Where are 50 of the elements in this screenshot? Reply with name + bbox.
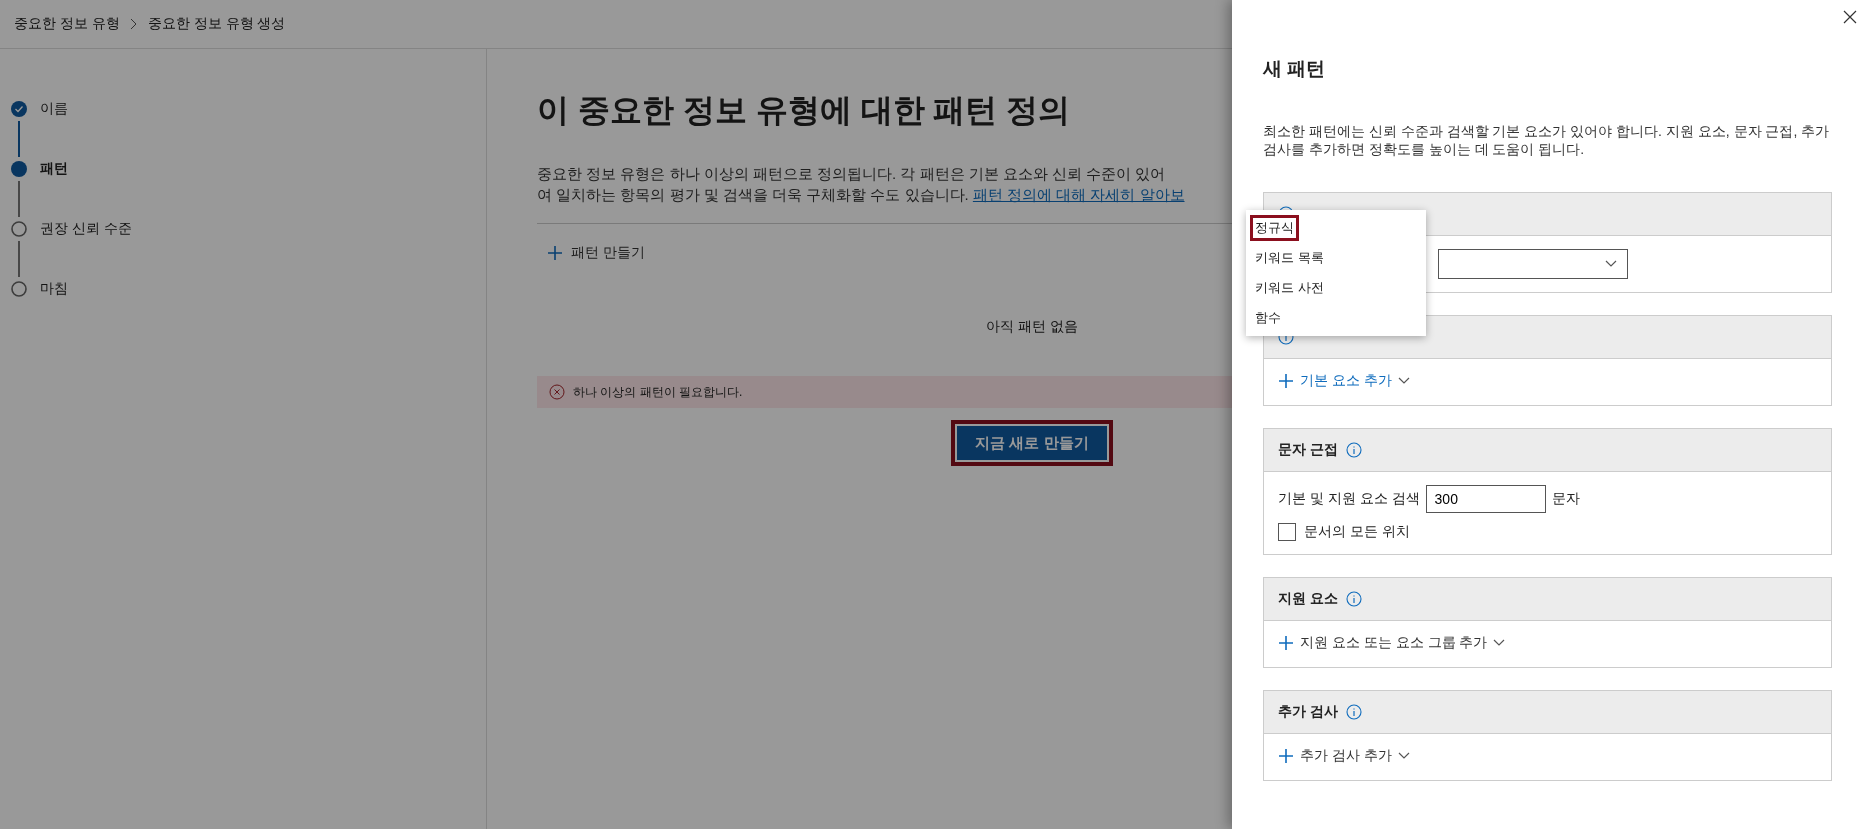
plus-icon	[1278, 373, 1294, 389]
error-icon	[549, 384, 565, 400]
field-label: 기본 및 지원 요소 검색	[1278, 490, 1420, 508]
menu-item[interactable]: 정규식	[1246, 213, 1426, 243]
dropdown-field[interactable]	[1438, 249, 1628, 279]
chevron-down-icon	[1397, 377, 1410, 385]
input-field[interactable]: 300	[1425, 485, 1546, 513]
close-button[interactable]	[1841, 8, 1859, 26]
menu-item-text: 키워드 목록	[1254, 249, 1325, 267]
menu-item[interactable]: 키워드 목록	[1246, 243, 1426, 273]
step-label: 패턴	[40, 160, 68, 178]
checkbox-label: 문서의 모든 위치	[1304, 523, 1410, 541]
chevron-down-icon	[1605, 260, 1617, 268]
learn-more-link[interactable]: 패턴 정의에 대해 자세히 알아보	[972, 186, 1185, 203]
description-text: 중요한 정보 유형은 하나 이상의 패턴으로 정의됩니다. 각 패턴은 기본 요소와 신뢰 수준이 있어	[537, 164, 1167, 184]
panel-description: 최소한 패턴에는 신뢰 수준과 검색할 기본 요소가 있어야 합니다. 지원 요소, 문자 근접, 추가 검사를 추가하면 정확도를 높이는 데 도움이 됩니다.	[1263, 122, 1831, 158]
menu-item[interactable]: 키워드 사전	[1246, 273, 1426, 303]
checkbox[interactable]	[1278, 523, 1296, 541]
plus-icon	[1278, 635, 1294, 651]
chevron-down-icon	[1397, 752, 1410, 760]
page-title: 이 중요한 정보 유형에 대한 패턴 정의	[537, 91, 1071, 130]
section-title: 문자 근접	[1278, 441, 1338, 459]
add-button[interactable]: 지원 요소 또는 요소 그룹 추가	[1278, 634, 1506, 652]
add-button[interactable]: 추가 검사 추가	[1278, 747, 1410, 765]
panel-title: 새 패턴	[1263, 57, 1327, 81]
info-icon[interactable]	[1345, 442, 1362, 458]
chevron-down-icon	[1493, 639, 1506, 647]
create-pattern-button[interactable]: 패턴 만들기	[543, 240, 649, 266]
unit-label: 문자	[1551, 490, 1580, 508]
step-label: 권장 신뢰 수준	[40, 220, 132, 238]
chevron-right-icon	[129, 18, 138, 30]
plus-icon	[547, 245, 563, 261]
breadcrumb-item[interactable]: 중요한 정보 유형 생성	[147, 15, 286, 33]
description-text: 여 일치하는 항목의 평가 및 검색을 더욱 구체화할 수도 있습니다.	[537, 186, 969, 203]
menu-item-text: 함수	[1254, 309, 1282, 327]
menu-item-text: 키워드 사전	[1254, 279, 1325, 297]
info-icon[interactable]	[1345, 704, 1362, 720]
create-now-button[interactable]: 지금 새로 만들기	[957, 426, 1107, 460]
add-button[interactable]: 기본 요소 추가	[1278, 372, 1410, 390]
plus-icon	[1278, 748, 1294, 764]
error-message: 하나 이상의 패턴이 필요합니다.	[573, 383, 743, 401]
section-title: 추가 검사	[1278, 703, 1338, 721]
menu-item[interactable]: 함수	[1246, 303, 1426, 333]
section-title: 지원 요소	[1278, 590, 1338, 608]
breadcrumb-item[interactable]: 중요한 정보 유형	[14, 15, 120, 33]
close-icon	[1843, 10, 1857, 24]
highlight-frame: 정규식	[1250, 215, 1299, 241]
info-icon[interactable]	[1345, 591, 1362, 607]
step-label: 마침	[40, 280, 68, 298]
step-label: 이름	[40, 100, 68, 118]
